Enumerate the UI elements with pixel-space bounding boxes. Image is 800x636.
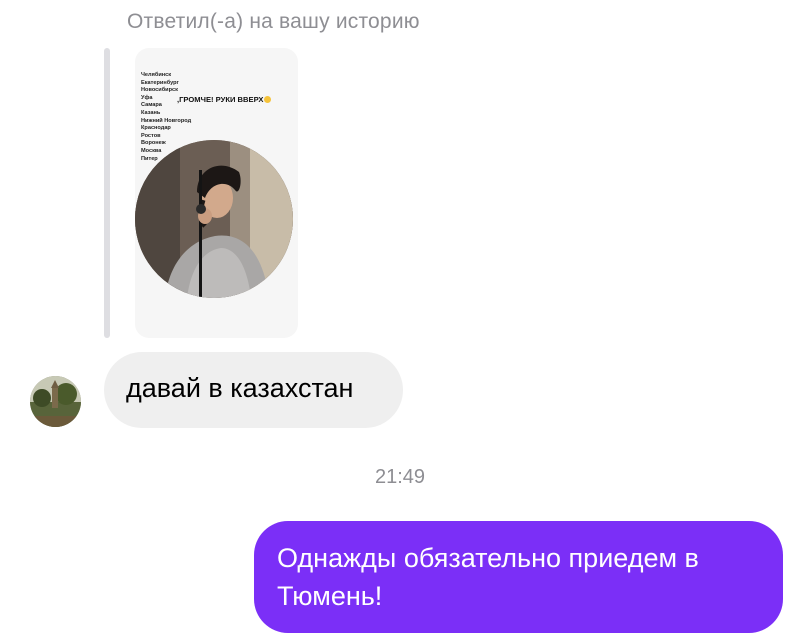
story-city: Челябинск: [141, 72, 172, 78]
outgoing-message-text: Однажды обязательно приедем в Тюмень!: [277, 543, 699, 611]
outgoing-message-bubble[interactable]: Однажды обязательно приедем в Тюмень!: [254, 521, 783, 633]
profile-photo-icon: [30, 376, 81, 427]
singer-photo-icon: [135, 140, 293, 298]
story-caption: ,ГРОМЧЕ! РУКИ ВВЕРХ: [177, 95, 272, 104]
reply-quote-bar: [104, 48, 110, 338]
story-city: Казань: [141, 109, 161, 116]
story-city: Ростов: [141, 132, 161, 139]
story-city: Нижний Новгород: [141, 117, 192, 124]
grinning-emoji-icon: [264, 96, 272, 103]
story-city: Новосибирск: [141, 87, 178, 94]
story-reply-header: Ответил(-а) на вашу историю: [127, 10, 420, 33]
message-timestamp: 21:49: [374, 466, 426, 488]
chat-screen: Ответил(-а) на вашу историю Челябинск Ек…: [0, 0, 800, 636]
story-city: Краснодар: [141, 125, 171, 132]
story-round-video[interactable]: [135, 140, 293, 298]
incoming-message-text: давай в казахстан: [126, 373, 354, 403]
story-preview[interactable]: Челябинск Екатеринбург Новосибирск Уфа С…: [135, 48, 298, 338]
avatar[interactable]: [30, 376, 81, 427]
story-caption-text: ,ГРОМЧЕ! РУКИ ВВЕРХ: [177, 95, 264, 104]
incoming-message-bubble[interactable]: давай в казахстан: [104, 352, 403, 428]
